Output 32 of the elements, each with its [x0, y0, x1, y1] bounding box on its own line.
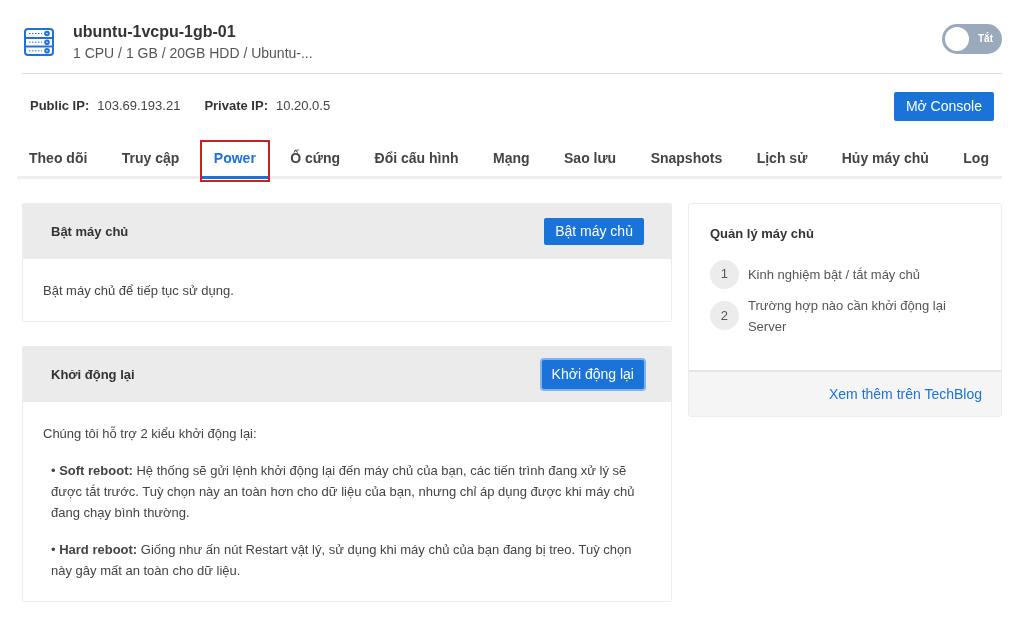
sidebar-title: Quản lý máy chủ — [709, 225, 815, 243]
tab[interactable]: Sao lưu — [552, 141, 629, 179]
open-console-button[interactable]: Mở Console — [893, 91, 994, 121]
panel-text: Bật máy chủ để tiếp tục sử dụng. — [43, 282, 235, 300]
panel-text: • Soft reboot: Hệ thống sẽ gửi lệnh khởi động lại đến máy chủ của bạn, các tiến trình đang xử lý sẽ được tắt trước. Tuỳ chọn này an toàn hơn cho dữ liệu của bạn, nhưng chỉ áp dụng được khi máy chủ đang chạy bình thường. — [50, 462, 636, 522]
sidebar-link[interactable]: Trường hợp nào cần khởi động lại Server — [747, 294, 978, 337]
server-name: ubuntu-1vcpu-1gb-01 — [73, 21, 237, 42]
server-specs: 1 CPU / 1 GB / 20GB HDD / Ubuntu-... — [73, 43, 313, 63]
panel-title: Khởi động lại — [51, 365, 135, 384]
ip-label: Public IP: — [30, 97, 90, 116]
ip-address: 103.69.193.21 — [97, 97, 181, 116]
step-number: 1 — [709, 259, 739, 289]
tab[interactable]: Hủy máy chủ — [829, 141, 941, 179]
ip-address: 10.20.0.5 — [275, 97, 331, 116]
server-icon — [23, 25, 55, 58]
tab[interactable]: Snapshots — [638, 141, 735, 179]
panel-text: Chúng tôi hỗ trợ 2 kiểu khởi động lại: — [43, 425, 258, 443]
tab[interactable]: Truy cập — [109, 141, 192, 179]
tab[interactable]: Log — [951, 141, 1001, 179]
tab[interactable]: Lịch sử — [744, 141, 820, 179]
tab[interactable]: Power — [201, 141, 268, 179]
tab[interactable]: Ổ cứng — [278, 141, 353, 179]
ip-label: Private IP: — [204, 97, 268, 116]
panel-button[interactable]: Khởi động lại — [541, 360, 644, 389]
tab[interactable]: Đổi cấu hình — [362, 141, 471, 179]
tab[interactable]: Theo dõi — [17, 141, 100, 179]
step-number: 2 — [709, 301, 739, 330]
sidebar-link[interactable]: Kinh nghiệm bật / tắt máy chủ — [747, 263, 978, 285]
tab[interactable]: Mạng — [481, 141, 542, 179]
panel-button[interactable]: Bật máy chủ — [544, 218, 644, 245]
panel-text: • Hard reboot: Giống như ấn nút Restart vật lý, sử dụng khi máy chủ của bạn đang bị treo. Tuỳ chọn này gây mất an toàn cho dữ liệu. — [50, 541, 633, 580]
panel-title: Bật máy chủ — [51, 222, 129, 241]
